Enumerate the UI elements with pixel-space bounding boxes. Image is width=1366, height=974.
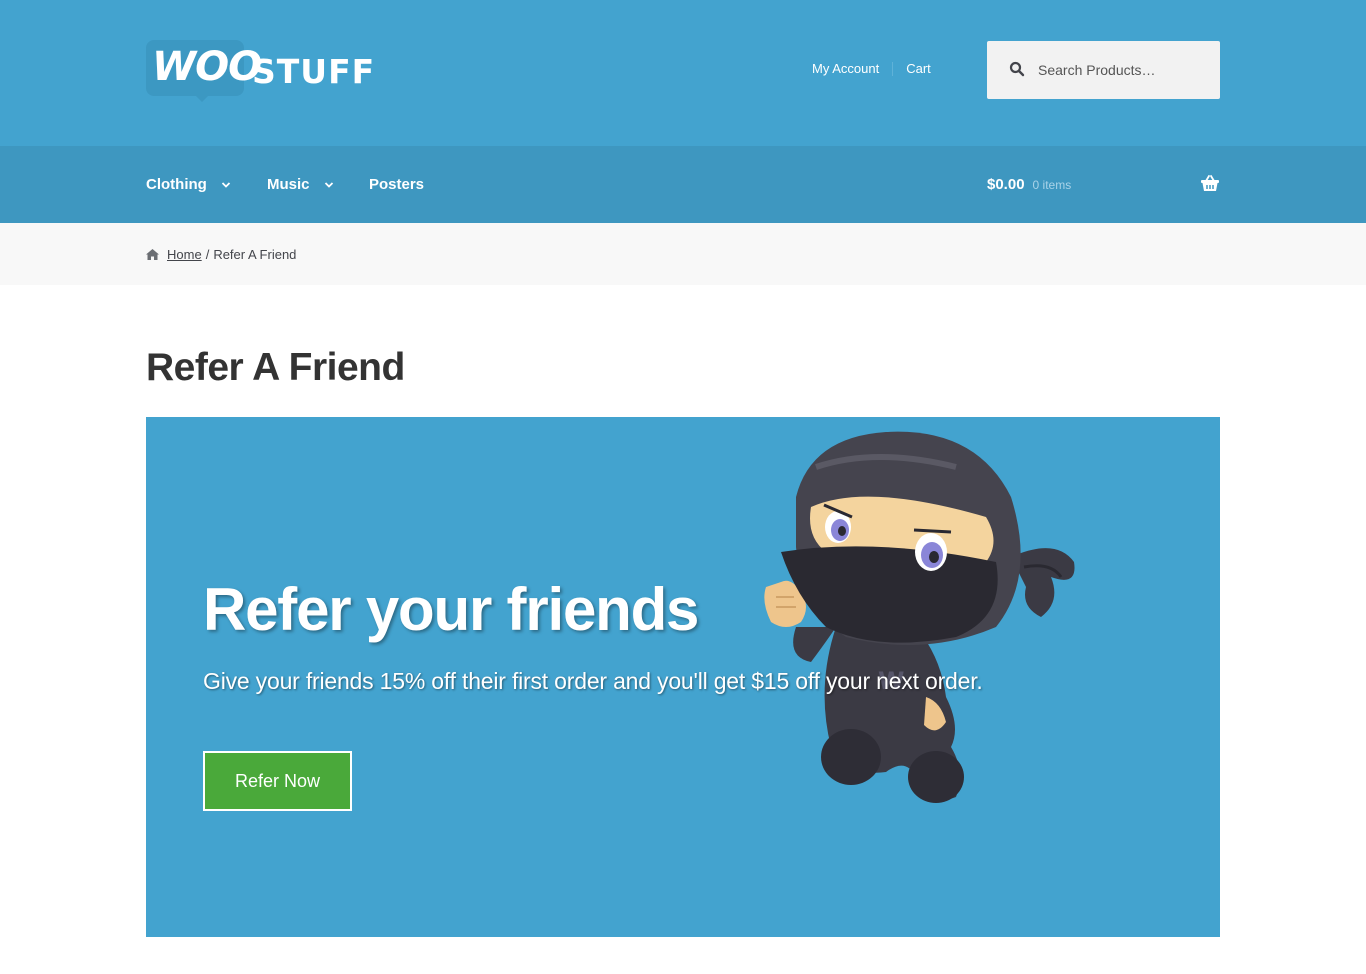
- my-account-link[interactable]: My Account: [812, 61, 879, 76]
- breadcrumb-home-link[interactable]: Home: [167, 247, 202, 262]
- breadcrumb: Home / Refer A Friend: [146, 247, 296, 262]
- breadcrumb-separator: /: [205, 247, 210, 262]
- home-icon: [146, 249, 159, 260]
- secondary-navigation: My Account Cart: [812, 61, 931, 76]
- nav-item-music[interactable]: Music: [267, 176, 334, 193]
- product-search: [987, 41, 1220, 99]
- nav-item-clothing[interactable]: Clothing: [146, 176, 231, 193]
- logo-woo-text: WOO: [152, 44, 262, 90]
- nav-item-label: Music: [267, 176, 310, 193]
- link-divider: [892, 62, 894, 76]
- chevron-down-icon: [221, 181, 230, 188]
- cart-item-count: 0 items: [1032, 178, 1072, 192]
- site-header: WOO STUFF My Account Cart: [0, 0, 1366, 146]
- basket-icon[interactable]: [1200, 174, 1220, 192]
- breadcrumb-current: Refer A Friend: [213, 247, 297, 262]
- logo-stuff-text: STUFF: [252, 52, 376, 91]
- header-cart[interactable]: $0.00 0 items: [987, 176, 1071, 193]
- search-input[interactable]: [1032, 41, 1212, 99]
- banner-heading: Refer your friends: [203, 576, 699, 643]
- cart-link[interactable]: Cart: [906, 61, 931, 76]
- site-logo[interactable]: WOO STUFF: [146, 40, 379, 102]
- chevron-down-icon: [324, 181, 333, 188]
- banner-subtext: Give your friends 15% off their first or…: [203, 668, 983, 694]
- refer-banner: W Refer your friends Give your friends 1…: [146, 417, 1220, 937]
- primary-navigation: Clothing Music Posters $0.00 0 items: [0, 146, 1366, 223]
- nav-item-posters[interactable]: Posters: [369, 176, 424, 193]
- nav-item-label: Posters: [369, 176, 425, 193]
- nav-item-label: Clothing: [146, 176, 207, 193]
- breadcrumb-bar: Home / Refer A Friend: [0, 223, 1366, 285]
- cart-total: $0.00: [987, 176, 1025, 193]
- search-icon[interactable]: [1009, 61, 1025, 77]
- logo-bubble-tail: [192, 92, 212, 102]
- page-title: Refer A Friend: [146, 346, 405, 389]
- refer-now-button[interactable]: Refer Now: [203, 751, 352, 811]
- ninja-mascot-illustration: W: [764, 431, 1075, 803]
